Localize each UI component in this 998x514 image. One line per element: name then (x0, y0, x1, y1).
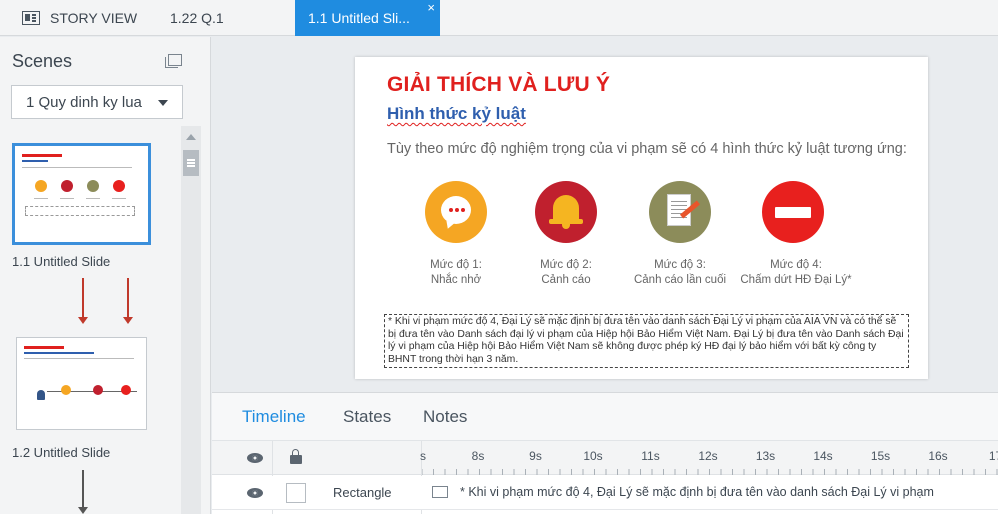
thumb-node (61, 385, 71, 395)
ruler-label: 8s (471, 449, 485, 463)
row-lock-checkbox[interactable] (286, 483, 306, 503)
tab-active-slide[interactable]: 1.1 Untitled Sli... × (295, 0, 440, 36)
thumb-document-icon (87, 180, 99, 192)
level-caption-1[interactable]: Mức độ 1: Nhắc nhở (396, 258, 516, 288)
thumb-note-box (25, 206, 135, 216)
thumb-text-line (24, 358, 134, 359)
thumb-caption (34, 198, 48, 199)
thumb-caption (60, 198, 74, 199)
ruler-label: 10s (583, 449, 603, 463)
tab-story-view[interactable]: STORY VIEW (0, 0, 140, 36)
chat-bubble-icon[interactable] (425, 181, 487, 243)
row-object-name[interactable]: Rectangle (333, 485, 392, 500)
tab-states[interactable]: States (343, 407, 391, 427)
slide-label-1[interactable]: 1.1 Untitled Slide (12, 254, 110, 269)
scenes-panel: Scenes 1 Quy dinh ky lua 1.1 Untitled Sl… (0, 37, 211, 514)
scene-dropdown-value: 1 Quy dinh ky lua (26, 93, 142, 111)
thumb-bell-icon (61, 180, 73, 192)
ruler-label: 13s (755, 449, 776, 463)
scene-dropdown[interactable]: 1 Quy dinh ky lua (11, 85, 183, 119)
level-3-desc: Cảnh cáo lần cuối (633, 274, 727, 286)
ruler-label: 16s (928, 449, 948, 463)
level-1-desc: Nhắc nhở (430, 274, 482, 286)
bell-shape (553, 195, 579, 221)
eye-icon[interactable] (247, 453, 263, 463)
thumb-caption (112, 198, 126, 199)
level-4-desc: Chấm dứt HĐ Đại Lý* (740, 274, 852, 286)
stop-icon[interactable] (762, 181, 824, 243)
ruler-label: 12s (698, 449, 718, 463)
timeline-row[interactable]: Rectangle * Khi vi phạm mức độ 4, Đại Lý… (212, 476, 998, 510)
thumb-title-bar (24, 346, 64, 349)
timeline-panel: Timeline States Notes s 8s 9s 10s 11s 12s 13s 1… (212, 392, 998, 514)
document-icon[interactable] (649, 181, 711, 243)
level-1-title: Mức độ 1: (430, 259, 482, 271)
scroll-up-icon[interactable] (186, 134, 196, 140)
level-caption-3[interactable]: Mức độ 3: Cảnh cáo lần cuối (620, 258, 740, 288)
timeline-tabs: Timeline States Notes (212, 393, 998, 441)
level-2-desc: Cảnh cáo (541, 274, 591, 286)
ruler-label: 15s (870, 449, 891, 463)
stop-bar-shape (775, 207, 811, 218)
thumb-node (93, 385, 103, 395)
story-view-icon (22, 11, 40, 25)
chevron-down-icon (158, 100, 168, 106)
thumb-person-icon (37, 390, 45, 400)
tab-story-view-label: STORY VIEW (50, 10, 138, 26)
slide-thumbnail-1[interactable] (12, 143, 151, 245)
ruler-ticks (422, 469, 998, 475)
slide-canvas-area: GIẢI THÍCH VÀ LƯU Ý Hình thức kỷ luật Tù… (212, 37, 998, 392)
slide-title[interactable]: GIẢI THÍCH VÀ LƯU Ý (387, 73, 610, 97)
branch-arrow-icon (78, 470, 88, 514)
tab-active-slide-label: 1.1 Untitled Sli... (308, 10, 410, 26)
close-icon[interactable]: × (427, 1, 435, 15)
rectangle-icon (432, 486, 448, 498)
lock-icon[interactable] (290, 449, 302, 464)
dots-shape (449, 208, 453, 212)
level-3-title: Mức độ 3: (654, 259, 706, 271)
tab-notes[interactable]: Notes (423, 407, 467, 427)
ruler-label: 11s (641, 449, 660, 463)
ruler-label: s (420, 449, 426, 463)
row-eye-icon[interactable] (247, 488, 263, 498)
bell-icon[interactable] (535, 181, 597, 243)
tab-bar: STORY VIEW 1.22 Q.1 1.1 Untitled Sli... … (0, 0, 998, 36)
row-bar-text[interactable]: * Khi vi phạm mức độ 4, Đại Lý sẽ mặc đị… (460, 485, 934, 499)
thumb-caption (86, 198, 100, 199)
popout-icon[interactable] (165, 54, 182, 68)
level-2-title: Mức độ 2: (540, 259, 592, 271)
branch-arrow-icon (123, 278, 133, 324)
thumb-stop-icon (113, 180, 125, 192)
scroll-thumb[interactable] (183, 150, 199, 176)
tab-timeline[interactable]: Timeline (242, 407, 306, 427)
scenes-scrollbar[interactable] (181, 126, 201, 514)
bell-clapper-shape (562, 224, 570, 229)
thumb-node (121, 385, 131, 395)
thumb-subtitle-bar (24, 352, 94, 354)
bubble-shape (441, 196, 471, 224)
note-rectangle[interactable]: * Khi vi phạm mức độ 4, Đại Lý sẽ mặc đị… (384, 314, 909, 368)
level-4-title: Mức độ 4: (770, 259, 822, 271)
branch-arrow-icon (78, 278, 88, 324)
tab-scene-label: 1.22 Q.1 (170, 10, 224, 26)
tab-scene[interactable]: 1.22 Q.1 (140, 0, 295, 36)
slide-canvas[interactable]: GIẢI THÍCH VÀ LƯU Ý Hình thức kỷ luật Tù… (355, 57, 928, 379)
thumb-subtitle-bar (22, 160, 48, 162)
ruler-label: 17 (988, 449, 998, 463)
level-caption-2[interactable]: Mức độ 2: Cảnh cáo (506, 258, 626, 288)
slide-thumbnail-2[interactable] (16, 337, 147, 430)
thumb-title-bar (22, 154, 62, 157)
ruler-label: 9s (529, 449, 542, 463)
thumb-chat-icon (35, 180, 47, 192)
thumb-text-line (22, 167, 132, 168)
level-caption-4[interactable]: Mức độ 4: Chấm dứt HĐ Đại Lý* (733, 258, 859, 288)
slide-intro-text[interactable]: Tùy theo mức độ nghiệm trọng của vi phạm… (387, 141, 907, 157)
scenes-title: Scenes (12, 51, 73, 71)
slide-subtitle[interactable]: Hình thức kỷ luật (387, 104, 526, 124)
ruler-label: 14s (813, 449, 833, 463)
slide-label-2[interactable]: 1.2 Untitled Slide (12, 445, 110, 460)
